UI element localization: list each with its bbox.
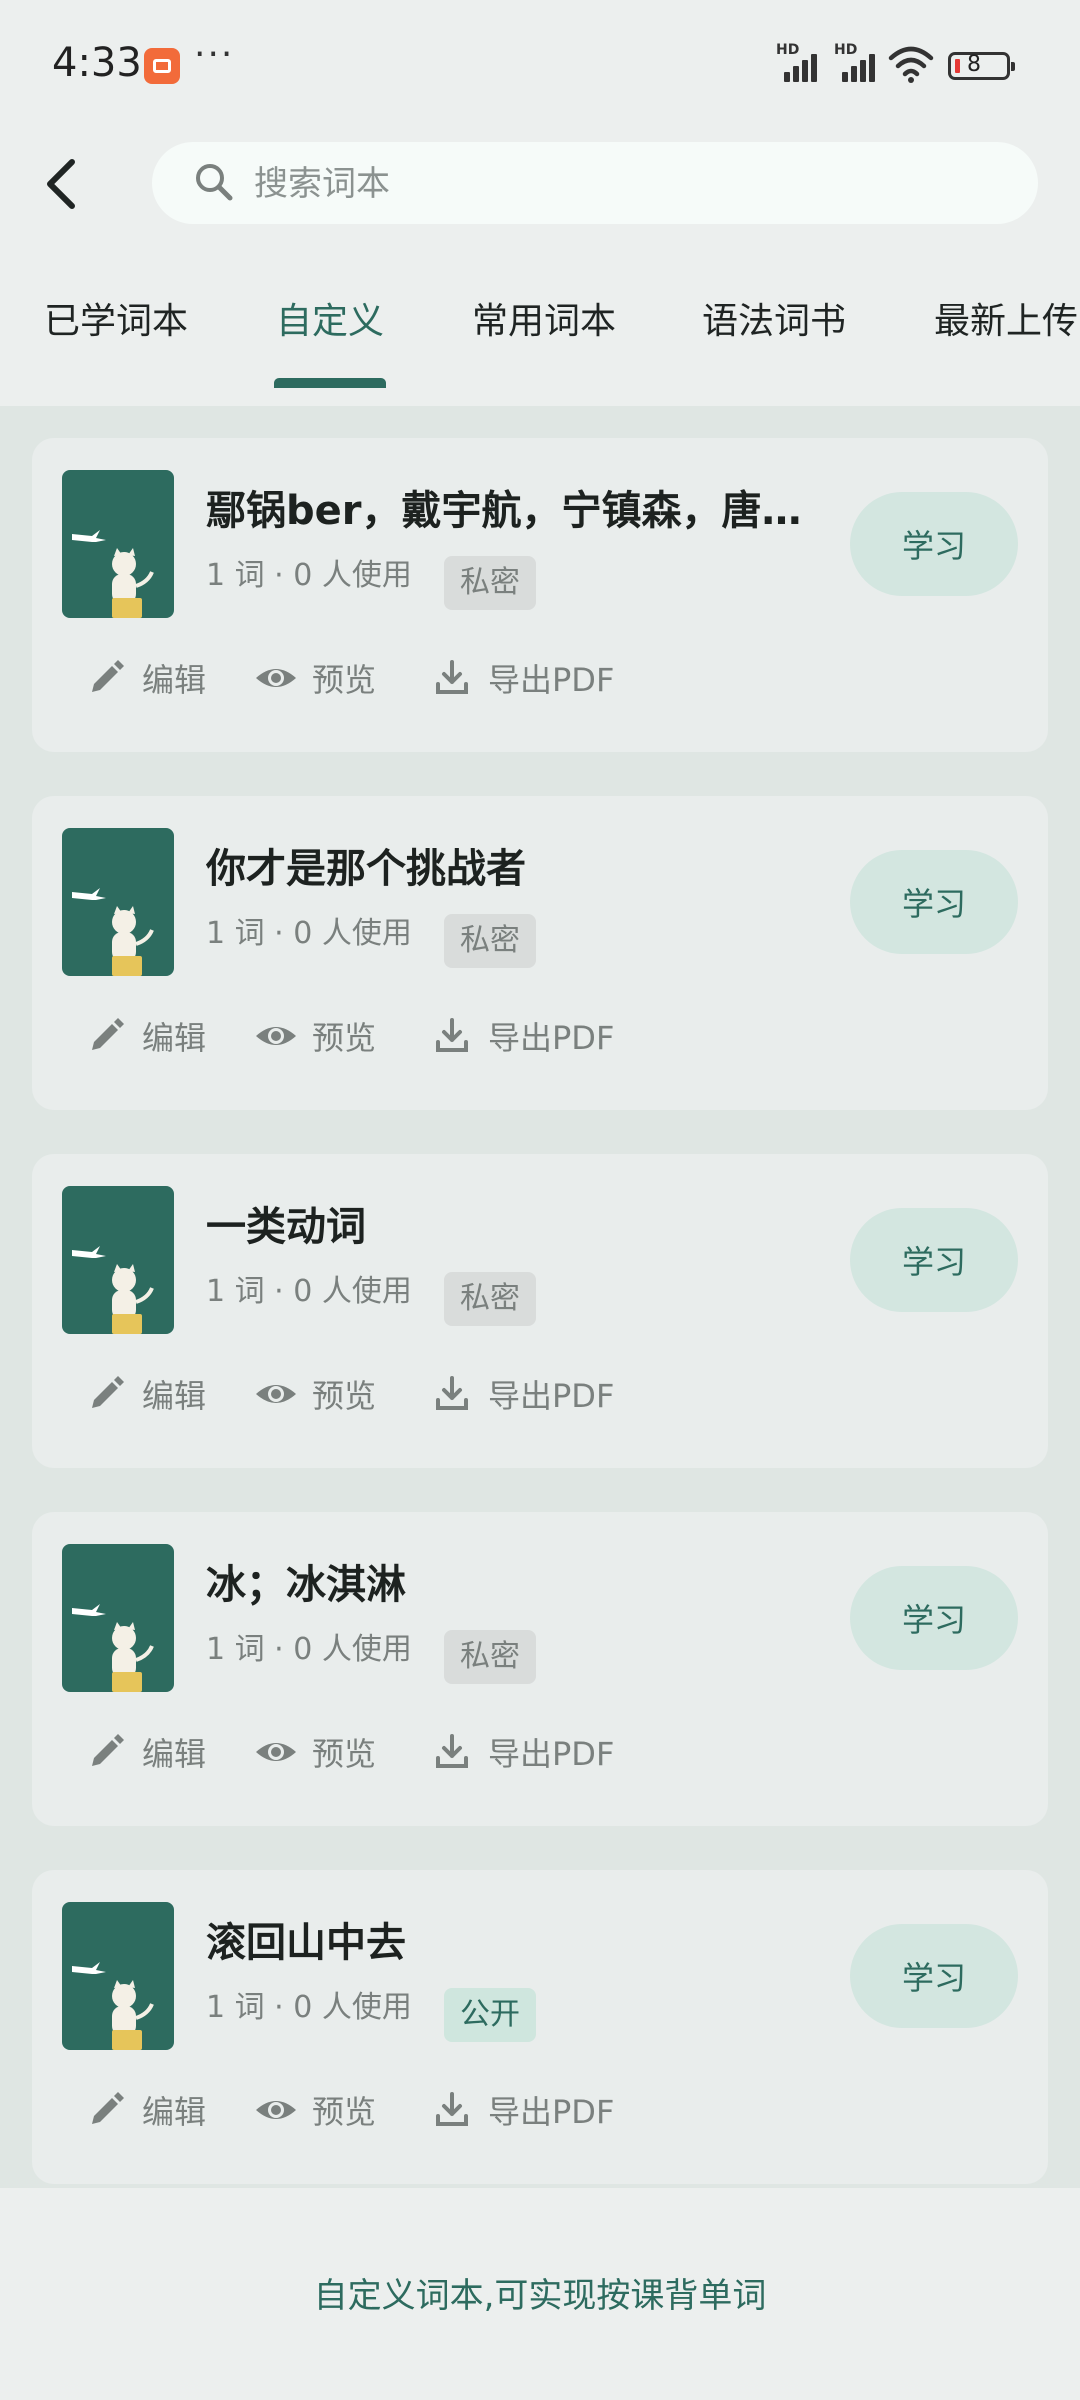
wordbook-card[interactable]: 鄢锅ber，戴宇航，宁镇森，唐… 1 词 · 0 人使用 私密 学习 编辑 预览… (32, 438, 1048, 752)
tab-custom[interactable]: 自定义 (276, 292, 384, 344)
preview-button[interactable]: 预览 (254, 1364, 376, 1424)
download-icon (436, 2092, 468, 2126)
pencil-icon (92, 2092, 124, 2124)
footer: 自定义词本,可实现按课背单词 (0, 2188, 1080, 2400)
eye-icon (256, 1027, 296, 1045)
eye-icon (256, 1743, 296, 1761)
pencil-icon (92, 1018, 124, 1050)
category-tabs: 已学词本 自定义 常用词本 语法词书 最新上传 (0, 260, 1080, 390)
wordbook-card[interactable]: 冰；冰淇淋 1 词 · 0 人使用 私密 学习 编辑 预览 导出PDF (32, 1512, 1048, 1826)
export-label: 导出PDF (488, 1735, 615, 1773)
preview-button[interactable]: 预览 (254, 2080, 376, 2140)
edit-button[interactable]: 编辑 (84, 1722, 206, 1782)
wordbook-title: 鄢锅ber，戴宇航，宁镇森，唐… (206, 488, 802, 534)
back-arrow-icon[interactable] (36, 148, 96, 218)
battery-icon: 8 (948, 52, 1015, 80)
status-time: 4:33 (52, 40, 142, 86)
eye-icon (256, 1385, 296, 1403)
edit-label: 编辑 (142, 661, 207, 699)
edit-button[interactable]: 编辑 (84, 1364, 206, 1424)
study-button[interactable]: 学习 (850, 492, 1018, 596)
study-button[interactable]: 学习 (850, 1208, 1018, 1312)
wordbook-stats: 1 词 · 0 人使用 (206, 1990, 412, 2025)
export-pdf-button[interactable]: 导出PDF (430, 648, 614, 708)
download-icon (436, 660, 468, 694)
export-label: 导出PDF (488, 661, 615, 699)
preview-label: 预览 (312, 1019, 377, 1057)
study-button[interactable]: 学习 (850, 1924, 1018, 2028)
wordbook-stats: 1 词 · 0 人使用 (206, 558, 412, 593)
more-notifications-icon: ··· (194, 34, 235, 75)
pencil-icon (92, 1734, 124, 1766)
app-notification-icon (144, 48, 180, 84)
visibility-badge: 私密 (444, 556, 536, 610)
pencil-icon (92, 1376, 124, 1408)
preview-button[interactable]: 预览 (254, 1722, 376, 1782)
wordbook-cover-image (62, 828, 174, 976)
tab-latest-uploads[interactable]: 最新上传 (934, 292, 1078, 344)
visibility-badge: 私密 (444, 1272, 536, 1326)
export-label: 导出PDF (488, 2093, 615, 2131)
export-pdf-button[interactable]: 导出PDF (430, 2080, 614, 2140)
wordbook-list: 鄢锅ber，戴宇航，宁镇森，唐… 1 词 · 0 人使用 私密 学习 编辑 预览… (0, 406, 1080, 2188)
footer-hint-link[interactable]: 自定义词本,可实现按课背单词 (0, 2268, 1080, 2317)
wordbook-card[interactable]: 一类动词 1 词 · 0 人使用 私密 学习 编辑 预览 导出PDF (32, 1154, 1048, 1468)
wordbook-stats: 1 词 · 0 人使用 (206, 1632, 412, 1667)
wordbook-title: 冰；冰淇淋 (206, 1562, 406, 1608)
wordbook-cover-image (62, 470, 174, 618)
edit-label: 编辑 (142, 1735, 207, 1773)
wordbook-cover-image (62, 1902, 174, 2050)
edit-label: 编辑 (142, 1019, 207, 1057)
status-bar: 4:33 ··· HD HD 8 (0, 0, 1080, 130)
search-icon (196, 164, 233, 201)
preview-label: 预览 (312, 661, 377, 699)
export-label: 导出PDF (488, 1019, 615, 1057)
wordbook-card[interactable]: 滚回山中去 1 词 · 0 人使用 公开 学习 编辑 预览 导出PDF (32, 1870, 1048, 2184)
search-input[interactable] (252, 142, 1016, 226)
tab-common-books[interactable]: 常用词本 (472, 292, 616, 344)
wordbook-stats: 1 词 · 0 人使用 (206, 1274, 412, 1309)
edit-label: 编辑 (142, 2093, 207, 2131)
preview-label: 预览 (312, 1735, 377, 1773)
wifi-icon (888, 46, 934, 83)
preview-button[interactable]: 预览 (254, 648, 376, 708)
eye-icon (256, 669, 296, 687)
export-label: 导出PDF (488, 1377, 615, 1415)
visibility-badge: 公开 (444, 1988, 536, 2042)
visibility-badge: 私密 (444, 1630, 536, 1684)
study-button[interactable]: 学习 (850, 1566, 1018, 1670)
export-pdf-button[interactable]: 导出PDF (430, 1722, 614, 1782)
wordbook-stats: 1 词 · 0 人使用 (206, 916, 412, 951)
wordbook-card[interactable]: 你才是那个挑战者 1 词 · 0 人使用 私密 学习 编辑 预览 导出PDF (32, 796, 1048, 1110)
battery-level: 8 (967, 52, 981, 77)
visibility-badge: 私密 (444, 914, 536, 968)
wordbook-cover-image (62, 1544, 174, 1692)
cellular-signal-icon: HD (776, 42, 824, 82)
edit-button[interactable]: 编辑 (84, 1006, 206, 1066)
wordbook-cover-image (62, 1186, 174, 1334)
eye-icon (256, 2101, 296, 2119)
edit-button[interactable]: 编辑 (84, 648, 206, 708)
search-bar[interactable] (152, 142, 1038, 226)
active-tab-indicator (274, 378, 386, 388)
edit-label: 编辑 (142, 1377, 207, 1415)
export-pdf-button[interactable]: 导出PDF (430, 1006, 614, 1066)
wordbook-title: 滚回山中去 (206, 1920, 406, 1966)
download-icon (436, 1734, 468, 1768)
tab-learned-books[interactable]: 已学词本 (44, 292, 188, 344)
edit-button[interactable]: 编辑 (84, 2080, 206, 2140)
wordbook-title: 你才是那个挑战者 (206, 846, 526, 892)
download-icon (436, 1018, 468, 1052)
cellular-signal-icon-2: HD (834, 42, 882, 82)
preview-label: 预览 (312, 2093, 377, 2131)
tab-grammar-books[interactable]: 语法词书 (702, 292, 846, 344)
pencil-icon (92, 660, 124, 692)
download-icon (436, 1376, 468, 1410)
preview-button[interactable]: 预览 (254, 1006, 376, 1066)
wordbook-title: 一类动词 (206, 1204, 366, 1250)
study-button[interactable]: 学习 (850, 850, 1018, 954)
export-pdf-button[interactable]: 导出PDF (430, 1364, 614, 1424)
preview-label: 预览 (312, 1377, 377, 1415)
